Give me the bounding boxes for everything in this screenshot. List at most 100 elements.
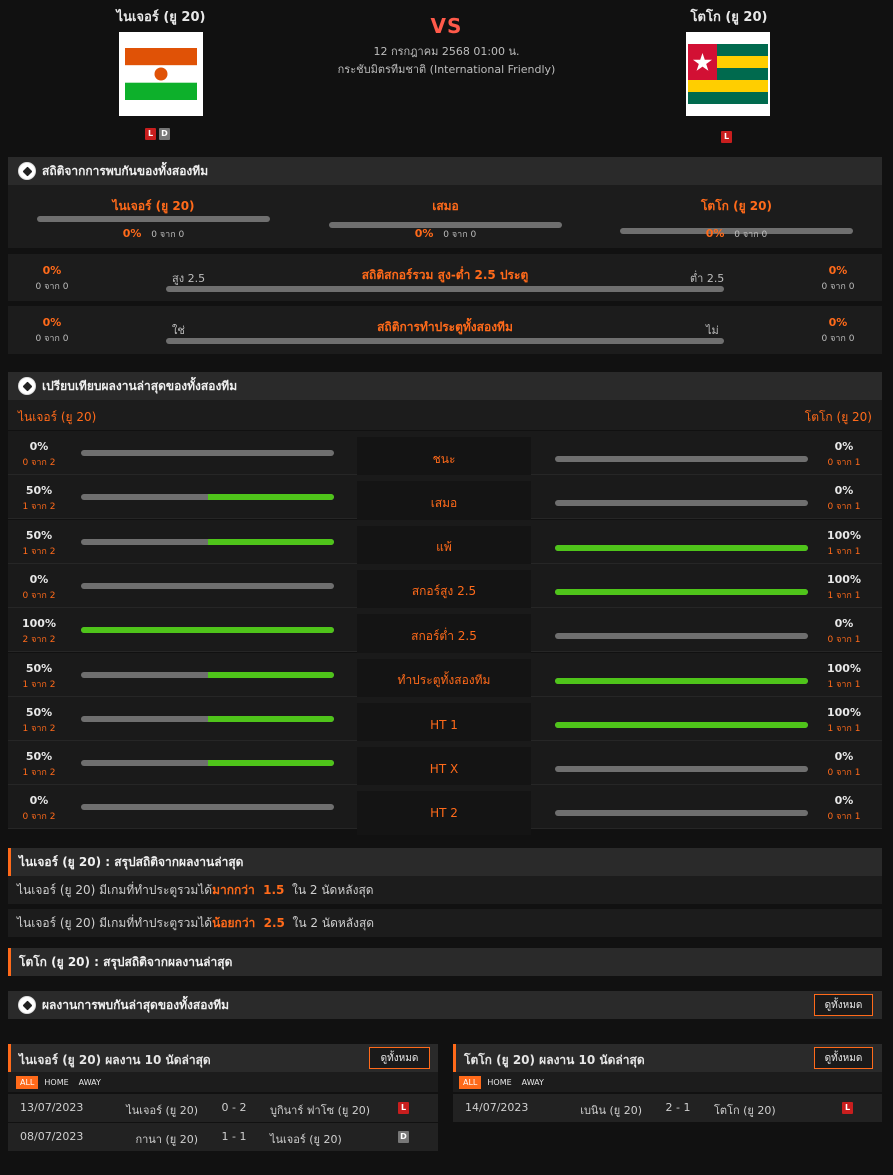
tab-all[interactable]: ALL [16, 1075, 39, 1089]
btts-yes-label: ใช่ [172, 324, 185, 337]
h2h-draw-value: 0% 0 จาก 0 [329, 226, 562, 241]
tab-home[interactable]: HOME [483, 1076, 515, 1089]
result-date: 08/07/2023 [20, 1130, 84, 1143]
compare-home-stat: 50% 1 จาก 2 [8, 529, 70, 558]
compare-home-sub: 1 จาก 2 [22, 546, 56, 557]
result-date: 14/07/2023 [465, 1101, 529, 1114]
compare-home-sub: 0 จาก 2 [22, 458, 56, 468]
compare-home-stat: 0% 0 จาก 2 [8, 573, 70, 602]
ou-right-sub: 0 จาก 0 [821, 282, 855, 292]
compare-home-bar-fill [207, 538, 334, 545]
compare-away-stat: 100% 1 จาก 1 [814, 706, 874, 735]
compare-home-sub: 1 จาก 2 [22, 768, 56, 779]
compare-row: 50% 1 จาก 2 HT X 0% 0 จาก 1 [8, 741, 882, 792]
result-away-team[interactable]: โตโก (ยู 20) [714, 1101, 776, 1119]
compare-away-sub: 0 จาก 1 [827, 768, 861, 779]
compare-away-pct: 0% [834, 617, 854, 631]
result-row[interactable]: 13/07/2023 ไนเจอร์ (ยู 20) 0 - 2 บูกินาร์ ฟ… [8, 1094, 438, 1122]
compare-home-label[interactable]: ไนเจอร์ (ยู 20) [18, 408, 96, 427]
result-home-team[interactable]: ไนเจอร์ (ยู 20) [126, 1101, 198, 1119]
compare-away-pct: 100% [827, 661, 861, 675]
compare-home-stat: 50% 1 จาก 2 [8, 750, 70, 779]
compare-away-stat: 100% 1 จาก 1 [814, 529, 874, 558]
btts-left-stat: 0% 0 จาก 0 [8, 316, 96, 345]
h2h-draw-pct: 0% [414, 227, 434, 240]
h2h-panel: ไนเจอร์ (ยู 20) 0% 0 จาก 0 เสมอ 0% 0 จาก… [8, 185, 882, 248]
result-away-team[interactable]: บูกินาร์ ฟาโซ (ยู 20) [270, 1101, 370, 1119]
ou-right-pct: 0% [828, 264, 848, 277]
h2h-home-pct: 0% [122, 227, 142, 240]
compare-row-label: HT 2 [357, 791, 531, 836]
summary-home-line-2: ไนเจอร์ (ยู 20) มีเกมที่ทำประตูรวมได้ น้… [8, 909, 882, 937]
compare-away-sub: 0 จาก 1 [827, 635, 861, 646]
compare-away-pct: 0% [834, 440, 854, 453]
tab-home[interactable]: HOME [40, 1076, 72, 1089]
compare-home-bar [81, 627, 334, 634]
football-icon [18, 162, 36, 180]
tab-away[interactable]: AWAY [75, 1076, 105, 1089]
compare-home-stat: 0% 0 จาก 2 [8, 440, 70, 469]
compare-home-bar-fill [207, 760, 334, 767]
compare-away-bar [555, 721, 808, 728]
view-all-home-button[interactable]: ดูทั้งหมด [369, 1047, 430, 1069]
result-score: 0 - 2 [221, 1101, 247, 1114]
h2h-home-sub: 0 จาก 0 [151, 230, 185, 240]
btts-title: สถิติการทำประตูทั้งสองทีม [377, 320, 513, 334]
compare-row: 50% 1 จาก 2 เสมอ 0% 0 จาก 1 [8, 475, 882, 526]
result-row[interactable]: 08/07/2023 กานา (ยู 20) 1 - 1 ไนเจอร์ (ยู 2… [8, 1123, 438, 1151]
compare-away-sub: 0 จาก 1 [827, 812, 861, 823]
ou-left-stat: 0% 0 จาก 0 [8, 264, 96, 293]
result-row[interactable]: 14/07/2023 เบนิน (ยู 20) 2 - 1 โตโก (ยู 20)… [453, 1094, 882, 1122]
compare-home-sub: 1 จาก 2 [22, 679, 56, 690]
tab-all[interactable]: ALL [459, 1075, 482, 1089]
compare-home-bar-fill [207, 494, 334, 501]
last10-home-title: ไนเจอร์ (ยู 20) ผลงาน 10 นัดล่าสุด [19, 1053, 211, 1067]
compare-away-bar [555, 766, 808, 773]
compare-away-bar-fill [555, 588, 808, 595]
compare-home-stat: 50% 1 จาก 2 [8, 706, 70, 735]
compare-home-sub: 0 จาก 2 [22, 812, 56, 823]
h2h-home-label: ไนเจอร์ (ยู 20) [112, 199, 195, 213]
compare-away-label[interactable]: โตโก (ยู 20) [805, 408, 872, 427]
ou-title: สถิติสกอร์รวม สูง-ต่ำ 2.5 ประตู [361, 268, 529, 282]
compare-away-pct: 100% [827, 705, 861, 719]
summary-away-header: โตโก (ยู 20) : สรุปสถิติจากผลงานล่าสุด [8, 948, 882, 976]
compare-away-stat: 100% 1 จาก 1 [814, 662, 874, 691]
section-title: สถิติจากการพบกันของทั้งสองทีม [42, 163, 209, 178]
compare-away-bar [555, 633, 808, 640]
result-home-team[interactable]: กานา (ยู 20) [135, 1130, 198, 1148]
compare-home-bar [81, 715, 334, 722]
compare-row: 0% 0 จาก 2 HT 2 0% 0 จาก 1 [8, 785, 882, 836]
view-all-away-button[interactable]: ดูทั้งหมด [814, 1047, 873, 1069]
football-icon [18, 377, 36, 395]
away-team-name[interactable]: โตโก (ยู 20) [649, 6, 809, 27]
compare-away-stat: 0% 0 จาก 1 [814, 617, 874, 646]
btts-no-label: ไม่ [706, 324, 719, 337]
btts-right-sub: 0 จาก 0 [821, 334, 855, 344]
compare-home-pct: 50% [25, 750, 53, 764]
h2h-draw-sub: 0 จาก 0 [443, 230, 477, 240]
h2h-home-value: 0% 0 จาก 0 [37, 226, 270, 241]
compare-away-sub: 0 จาก 1 [827, 502, 861, 513]
result-away-team[interactable]: ไนเจอร์ (ยู 20) [270, 1130, 342, 1148]
form-badge-loss: L [721, 131, 732, 143]
compare-home-pct: 0% [29, 572, 49, 586]
compare-section-header: เปรียบเทียบผลงานล่าสุดของทั้งสองทีม [8, 372, 882, 400]
compare-home-bar [81, 494, 334, 501]
compare-away-sub: 1 จาก 1 [827, 679, 861, 690]
view-all-h2h-button[interactable]: ดูทั้งหมด [814, 994, 873, 1016]
compare-away-sub: 1 จาก 1 [827, 546, 861, 557]
compare-home-bar-fill [207, 671, 334, 678]
compare-home-sub: 0 จาก 2 [22, 590, 56, 601]
btts-right-pct: 0% [828, 316, 848, 329]
away-form: L [721, 128, 732, 143]
last10-home-tabs: ALL HOME AWAY [8, 1072, 438, 1092]
result-badge-draw: D [398, 1131, 409, 1143]
result-home-team[interactable]: เบนิน (ยู 20) [580, 1101, 642, 1119]
tab-away[interactable]: AWAY [518, 1076, 548, 1089]
compare-away-bar-fill [555, 677, 808, 684]
summary-text: ไนเจอร์ (ยู 20) มีเกมที่ทำประตูรวมได้ [17, 915, 213, 930]
summary-home-line-1: ไนเจอร์ (ยู 20) มีเกมที่ทำประตูรวมได้ มา… [8, 876, 882, 904]
compare-away-bar [555, 500, 808, 507]
compare-home-bar [81, 671, 334, 678]
